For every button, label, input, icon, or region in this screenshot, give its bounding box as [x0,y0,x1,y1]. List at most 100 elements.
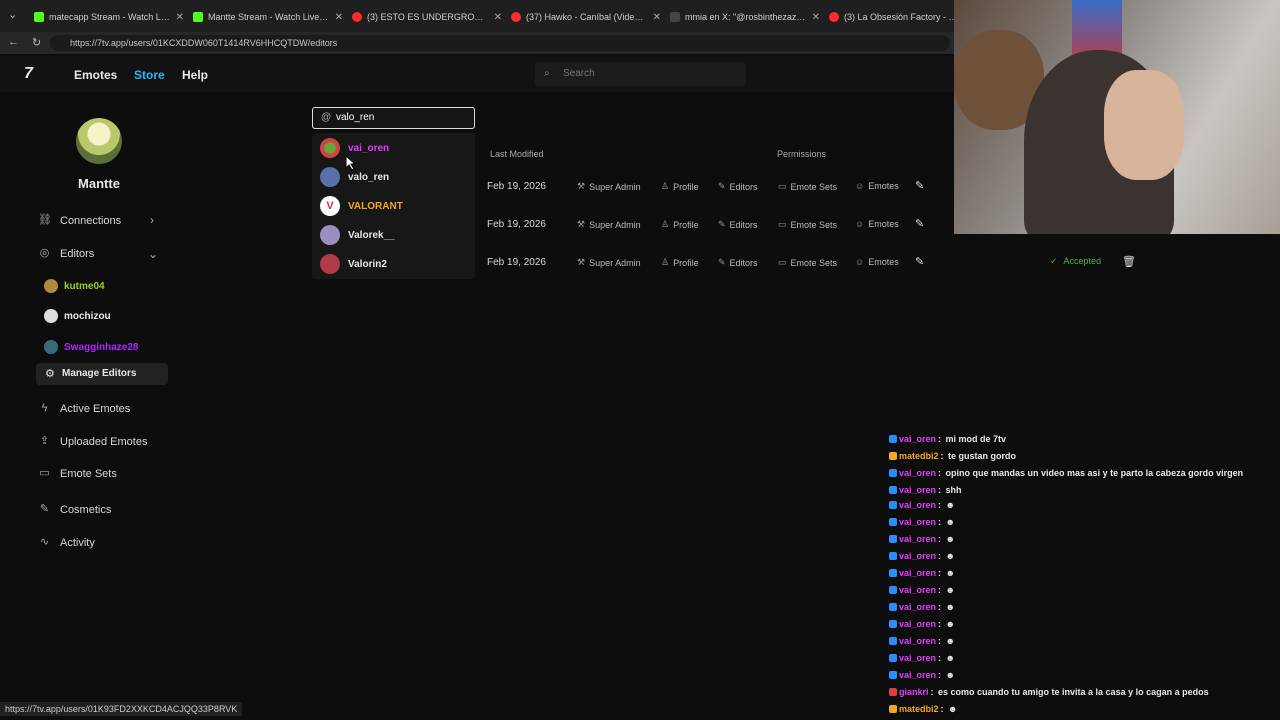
result-item[interactable]: Valorin2 [320,254,387,274]
wrench-icon: ⚒ [577,219,586,229]
perm-emote-sets[interactable]: ▭ Emote Sets [778,181,837,192]
chat-message: vai_oren: ☻ [889,551,955,561]
reload-icon[interactable]: ↻ [32,36,41,49]
chat-message: vai_oren: ☻ [889,602,955,612]
column-header-last-modified: Last Modified [490,149,544,159]
activity-icon: ∿ [39,536,50,548]
perm-super-admin[interactable]: ⚒ Super Admin [577,181,641,192]
close-tab-icon[interactable]: ✕ [494,12,502,23]
editor-item-swagginhaze28[interactable]: Swagginhaze28 [44,340,138,354]
user-name: Mantte [78,176,120,191]
badge-icon [889,705,897,713]
result-item[interactable]: Valorek__ [320,225,395,245]
chat-text: te gustan gordo [948,451,1017,461]
tab-list-icon[interactable]: ⌄ [8,8,17,21]
sidebar-item-uploaded-emotes[interactable]: ⇪ Uploaded Emotes [38,435,148,448]
manage-editors-button[interactable]: ⚙ Manage Editors [36,363,168,385]
editor-search-input[interactable]: @ valo_ren [312,107,475,129]
status-label: Accepted [1063,256,1102,266]
chat-user: matedbi2 [899,451,939,461]
gear-icon: ⚙ [45,368,55,380]
editor-name: mochizou [64,310,111,322]
url-text: https://7tv.app/users/01KCXDDW060T1414RV… [70,38,338,48]
emote-icon: ☻ [945,602,956,612]
perm-label: Editors [729,219,758,230]
chevron-down-icon[interactable]: ⌄ [148,247,158,261]
perm-emote-sets[interactable]: ▭ Emote Sets [778,257,837,268]
perm-emotes[interactable]: ☺ Emotes [855,219,899,229]
edit-icon[interactable]: ✎ [915,217,924,230]
perm-emotes[interactable]: ☺ Emotes [855,181,899,191]
perm-label: Profile [673,181,699,192]
perm-editors[interactable]: ✎ Editors [718,181,758,192]
chat-message: giankri: es como cuando tu amigo te invi… [889,687,1209,697]
sidebar-item-editors[interactable]: ◎ Editors [38,247,95,260]
badge-icon [889,654,897,662]
check-icon: ✓ [1050,256,1058,266]
result-item[interactable]: V VALORANT [320,196,403,216]
browser-tab[interactable]: mmia en X: "@rosbinthezazing de ✕ [664,6,826,28]
nav-help[interactable]: Help [182,68,208,82]
sidebar-item-activity[interactable]: ∿ Activity [38,536,95,549]
edit-icon[interactable]: ✎ [915,179,924,192]
chat-message: vai_oren: shh [889,485,962,495]
perm-label: Emote Sets [790,181,838,192]
folder-icon: ▭ [778,181,787,191]
close-tab-icon[interactable]: ✕ [812,12,820,23]
table-row: Feb 19, 2026 ⚒ Super Admin ♙ Profile ✎ Edit… [485,253,955,273]
sidebar-item-emote-sets[interactable]: ▭ Emote Sets [38,467,117,480]
7tv-logo[interactable]: 7 [24,65,33,83]
emote-icon: ☻ [945,619,956,629]
browser-tab[interactable]: (3) La Obsesión Factory - Chicha [823,6,965,28]
browser-tab[interactable]: (37) Hawko - Caníbal (Video Oficia ✕ [505,6,667,28]
search-placeholder: Search [563,68,595,79]
chat-user: vai_oren [899,568,937,578]
table-row: Feb 19, 2026 ⚒ Super Admin ♙ Profile ✎ Edit… [485,215,955,235]
perm-editors[interactable]: ✎ Editors [718,219,758,230]
chevron-right-icon[interactable]: › [150,213,154,227]
sidebar-item-active-emotes[interactable]: ϟ Active Emotes [38,402,131,415]
column-header-permissions: Permissions [777,149,827,159]
perm-label: Emote Sets [790,219,838,230]
chat-user: matedbi2 [899,704,939,714]
chat-overlay: vai_oren: mi mod de 7tv matedbi2: te gus… [886,430,1280,720]
editor-name: kutme04 [64,280,105,292]
perm-emotes[interactable]: ☺ Emotes [855,257,899,267]
row-date: Feb 19, 2026 [487,181,546,192]
browser-tab[interactable]: matecapp Stream - Watch Live on ✕ [28,6,190,28]
trash-icon[interactable]: 🗑 [1122,255,1136,268]
perm-emote-sets[interactable]: ▭ Emote Sets [778,219,837,230]
editor-item-mochizou[interactable]: mochizou [44,309,111,323]
browser-tab[interactable]: (3) ESTO ES UNDERGROUND. - Yo ✕ [346,6,508,28]
url-field[interactable]: https://7tv.app/users/01KCXDDW060T1414RV… [50,35,950,51]
pencil-icon: ✎ [718,181,726,191]
perm-editors[interactable]: ✎ Editors [718,257,758,268]
pencil-icon: ✎ [718,257,726,267]
close-tab-icon[interactable]: ✕ [653,12,661,23]
badge-icon [889,569,897,577]
perm-profile[interactable]: ♙ Profile [661,219,699,230]
badge-icon [889,518,897,526]
edit-icon[interactable]: ✎ [915,255,924,268]
close-tab-icon[interactable]: ✕ [176,12,184,23]
at-icon: @ [321,112,332,123]
perm-profile[interactable]: ♙ Profile [661,181,699,192]
perm-super-admin[interactable]: ⚒ Super Admin [577,257,641,268]
sidebar-item-cosmetics[interactable]: ✎ Cosmetics [38,503,111,516]
nav-store[interactable]: Store [134,68,165,82]
badge-icon [889,603,897,611]
chat-user: vai_oren [899,653,937,663]
emote-icon: ☺ [855,181,865,191]
editor-item-kutme04[interactable]: kutme04 [44,279,105,293]
sidebar-item-connections[interactable]: ⛓ Connections [38,214,121,227]
result-avatar [320,167,340,187]
search-input[interactable]: ⌕ Search [535,62,746,86]
close-tab-icon[interactable]: ✕ [335,12,343,23]
browser-tab[interactable]: Mantte Stream - Watch Live on Ki ✕ [187,6,349,28]
x-icon [670,12,680,22]
back-icon[interactable]: ← [8,36,19,48]
nav-emotes[interactable]: Emotes [74,68,117,82]
perm-profile[interactable]: ♙ Profile [661,257,699,268]
badge-icon [889,688,897,696]
perm-super-admin[interactable]: ⚒ Super Admin [577,219,641,230]
